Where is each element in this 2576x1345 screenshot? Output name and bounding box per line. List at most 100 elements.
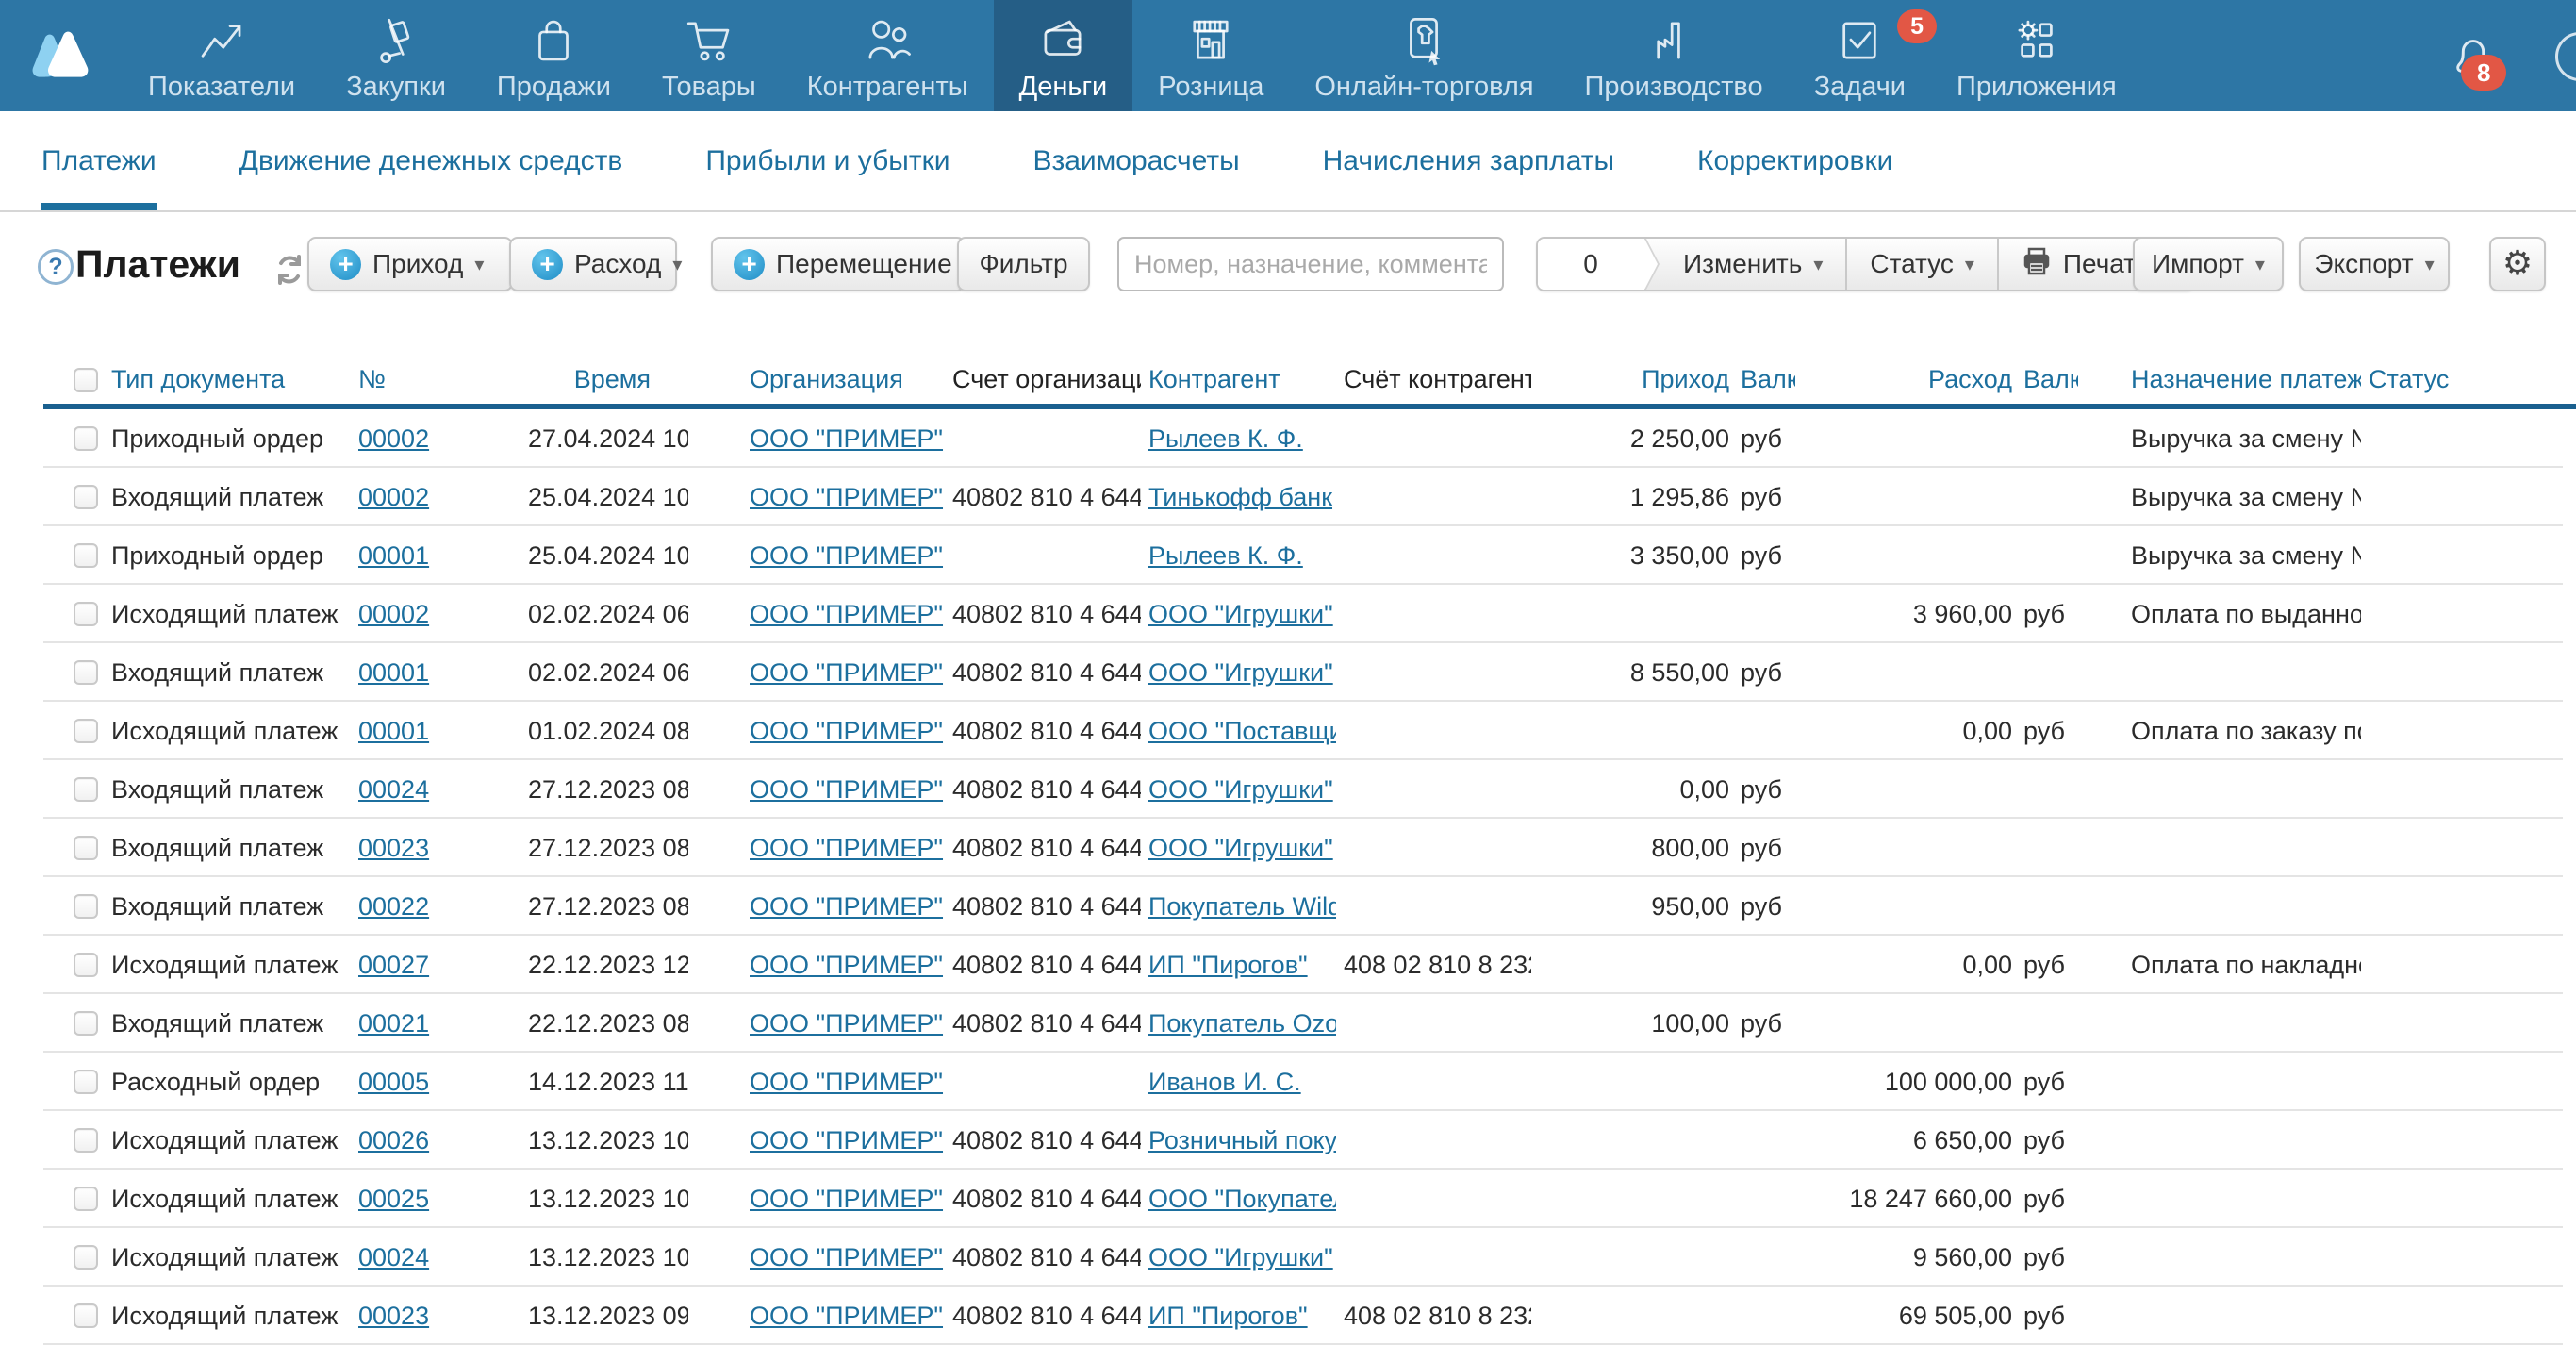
nav-item-factory[interactable]: Производство [1560,0,1789,111]
num-link[interactable]: 00023 [358,834,429,862]
num-link[interactable]: 00024 [358,1243,429,1271]
change-button[interactable]: Изменить ▾ [1643,239,1845,290]
row-checkbox[interactable] [74,1128,98,1153]
column-header-org[interactable]: Организация [688,365,945,394]
num-link[interactable]: 00026 [358,1126,429,1154]
select-all-checkbox[interactable] [74,368,98,392]
org-link[interactable]: ООО "ПРИМЕР" [750,1068,943,1096]
num-link[interactable]: 00001 [358,717,429,745]
column-header-expense[interactable]: Расход [1795,365,2012,394]
contragent-link[interactable]: ИП "Пирогов" [1148,1302,1308,1330]
column-header-contragent[interactable]: Контрагент [1141,365,1336,394]
tab-2[interactable]: Прибыли и убытки [705,111,949,210]
tab-5[interactable]: Корректировки [1697,111,1892,210]
org-link[interactable]: ООО "ПРИМЕР" [750,775,943,804]
org-link[interactable]: ООО "ПРИМЕР" [750,892,943,921]
org-link[interactable]: ООО "ПРИМЕР" [750,1009,943,1038]
num-link[interactable]: 00002 [358,483,429,511]
row-checkbox[interactable] [74,1011,98,1036]
org-link[interactable]: ООО "ПРИМЕР" [750,717,943,745]
contragent-link[interactable]: Рылеев К. Ф. [1148,424,1303,453]
nav-item-cart[interactable]: Товары [636,0,782,111]
tab-4[interactable]: Начисления зарплаты [1323,111,1614,210]
row-checkbox[interactable] [74,777,98,802]
contragent-link[interactable]: ООО "Поставщик" [1148,717,1336,745]
column-header-expense_cur[interactable]: Валюта [2012,365,2078,394]
column-header-num[interactable]: № [358,365,528,394]
org-link[interactable]: ООО "ПРИМЕР" [750,541,943,570]
contragent-link[interactable]: ООО "Игрушки" [1148,834,1333,862]
row-checkbox[interactable] [74,1303,98,1328]
nav-item-chart-line[interactable]: Показатели [123,0,321,111]
row-checkbox[interactable] [74,543,98,568]
column-header-status[interactable]: Статус [2361,365,2576,394]
row-checkbox[interactable] [74,1187,98,1211]
nav-item-online-store[interactable]: Онлайн-торговля [1289,0,1559,111]
org-link[interactable]: ООО "ПРИМЕР" [750,424,943,453]
app-logo[interactable] [0,0,123,111]
column-header-income_cur[interactable]: Валюта [1729,365,1795,394]
column-header-type[interactable]: Тип документа [111,365,358,394]
row-checkbox[interactable] [74,1070,98,1094]
org-link[interactable]: ООО "ПРИМЕР" [750,1243,943,1271]
settings-button[interactable]: ⚙ [2489,237,2546,291]
nav-item-apps[interactable]: Приложения [1931,0,2142,111]
org-link[interactable]: ООО "ПРИМЕР" [750,658,943,687]
contragent-link[interactable]: Рылеев К. Ф. [1148,541,1303,570]
num-link[interactable]: 00027 [358,951,429,979]
num-link[interactable]: 00024 [358,775,429,804]
num-link[interactable]: 00021 [358,1009,429,1038]
num-link[interactable]: 00005 [358,1068,429,1096]
nav-item-shopping-bag[interactable]: Продажи [471,0,636,111]
nav-item-hand-truck[interactable]: Закупки [321,0,471,111]
transfer-button[interactable]: + Перемещение [711,237,966,291]
contragent-link[interactable]: Тинькофф банк [1148,483,1332,511]
num-link[interactable]: 00002 [358,424,429,453]
help-circle-icon[interactable] [2555,32,2576,81]
org-link[interactable]: ООО "ПРИМЕР" [750,1302,943,1330]
num-link[interactable]: 00001 [358,658,429,687]
expense-button[interactable]: + Расход ▾ [509,237,677,291]
contragent-link[interactable]: Розничный покуп [1148,1126,1336,1154]
row-checkbox[interactable] [74,426,98,451]
org-link[interactable]: ООО "ПРИМЕР" [750,834,943,862]
notifications-bell-icon[interactable]: 8 [2444,28,2502,91]
num-link[interactable]: 00025 [358,1185,429,1213]
export-button[interactable]: Экспорт ▾ [2299,237,2450,291]
org-link[interactable]: ООО "ПРИМЕР" [750,600,943,628]
contragent-link[interactable]: ИП "Пирогов" [1148,951,1308,979]
row-checkbox[interactable] [74,660,98,685]
num-link[interactable]: 00001 [358,541,429,570]
row-checkbox[interactable] [74,836,98,860]
status-button[interactable]: Статус ▾ [1845,239,1997,290]
org-link[interactable]: ООО "ПРИМЕР" [750,1126,943,1154]
contragent-link[interactable]: Иванов И. С. [1148,1068,1301,1096]
contragent-link[interactable]: ООО "Игрушки" [1148,775,1333,804]
nav-item-wallet[interactable]: Деньги [994,0,1133,111]
contragent-link[interactable]: Покупатель Wildb [1148,892,1336,921]
refresh-icon[interactable] [273,254,305,291]
search-input[interactable] [1117,237,1504,291]
row-checkbox[interactable] [74,719,98,743]
nav-item-storefront[interactable]: Розница [1132,0,1289,111]
row-checkbox[interactable] [74,602,98,626]
tab-3[interactable]: Взаиморасчеты [1032,111,1239,210]
column-header-time[interactable]: Время▼ [528,365,688,394]
row-checkbox[interactable] [74,894,98,919]
contragent-link[interactable]: ООО "Игрушки" [1148,1243,1333,1271]
tab-1[interactable]: Движение денежных средств [239,111,623,210]
row-checkbox[interactable] [74,1245,98,1270]
num-link[interactable]: 00002 [358,600,429,628]
page-help-icon[interactable]: ? [38,249,74,285]
org-link[interactable]: ООО "ПРИМЕР" [750,1185,943,1213]
column-header-income[interactable]: Приход [1531,365,1729,394]
row-checkbox[interactable] [74,953,98,977]
row-checkbox[interactable] [74,485,98,509]
column-header-purpose[interactable]: Назначение платежа [2078,365,2361,394]
nav-item-tasks[interactable]: Задачи5 [1789,0,1931,111]
import-button[interactable]: Импорт ▾ [2133,237,2284,291]
income-button[interactable]: + Приход ▾ [307,237,513,291]
tab-payments[interactable]: Платежи [41,111,157,210]
num-link[interactable]: 00023 [358,1302,429,1330]
contragent-link[interactable]: ООО "Покупатель" [1148,1185,1336,1213]
